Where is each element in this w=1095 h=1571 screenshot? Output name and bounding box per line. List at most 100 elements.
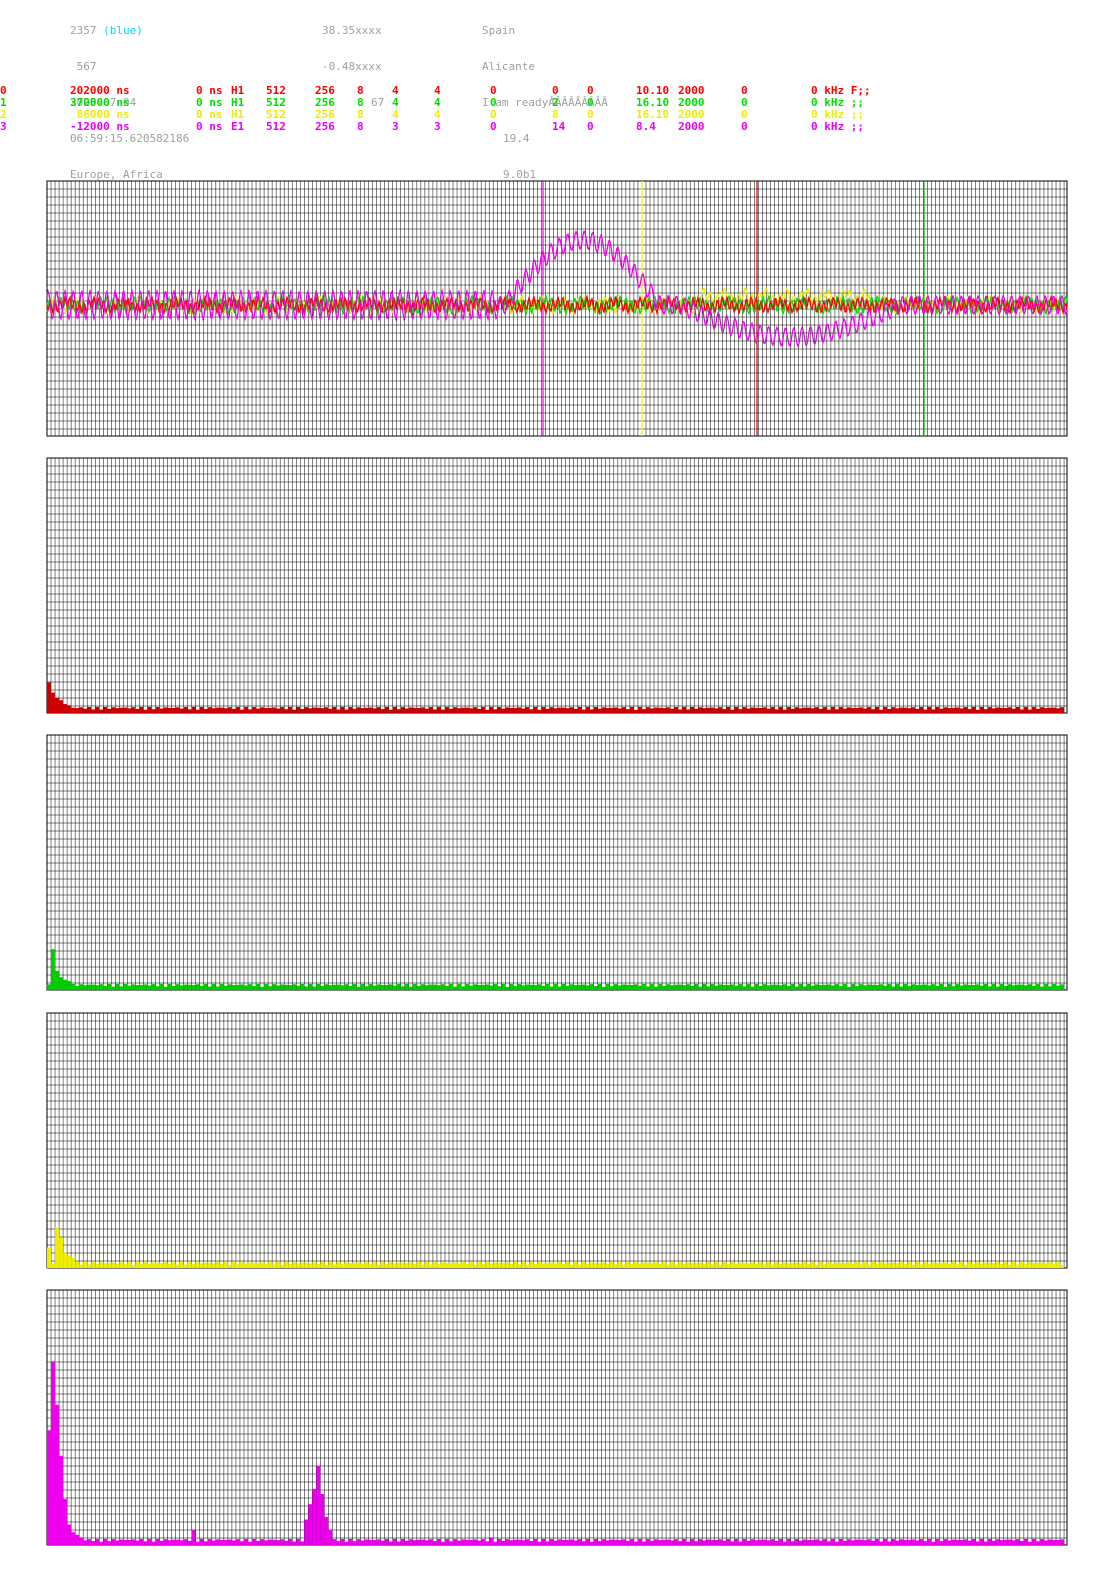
spectrum-bar [706, 1262, 711, 1268]
spectrum-bar [135, 1261, 140, 1268]
spectrum-bar [469, 1539, 474, 1545]
spectrum-bar [384, 984, 389, 990]
spectrum-bar [818, 708, 823, 713]
spectrum-bar [557, 986, 562, 990]
spectrum-bar [416, 1539, 421, 1545]
spectrum-bar [682, 1263, 687, 1268]
spectrum-bar [183, 1264, 188, 1268]
spectrum-bar [533, 1538, 538, 1545]
spectrum-bar [300, 1262, 305, 1268]
spectrum-bar [292, 984, 297, 990]
spectrum-bar [159, 708, 164, 713]
spectrum-bar [621, 1539, 626, 1545]
spectrum-bar [601, 986, 606, 990]
spectrum-bar [243, 985, 248, 990]
spectrum-bar [392, 985, 397, 990]
spectrum-bar [179, 1261, 184, 1268]
spectrum-bar [440, 984, 445, 990]
spectrum-bar [999, 1540, 1004, 1545]
spectrum-bar [955, 707, 960, 713]
spectrum-bar [690, 985, 695, 990]
spectrum-bar [432, 1541, 437, 1545]
spectrum-bar [147, 1538, 152, 1545]
spectrum-bar [485, 709, 490, 713]
spectrum-bar [1052, 984, 1056, 990]
spectrum-bar [621, 1264, 626, 1268]
spectrum-bar [75, 1261, 80, 1268]
spectrum-bar [702, 983, 707, 990]
spectrum-bar [577, 1264, 582, 1268]
spectrum-bar [115, 983, 120, 990]
spectrum-bar [404, 983, 409, 990]
spectrum-bar [995, 707, 1000, 713]
spectrum-bar [457, 708, 462, 713]
spectrum-bar [810, 708, 815, 713]
spectrum-bar [308, 1504, 313, 1545]
spectrum-bar [722, 984, 727, 990]
spectrum-bar [734, 1263, 739, 1268]
spectrum-bar [871, 1540, 876, 1545]
spectrum-bar [99, 709, 104, 713]
spectrum-bar [887, 983, 892, 990]
spectrum-bar [1023, 1538, 1028, 1545]
spectrum-bar [223, 1539, 228, 1545]
spectrum-bar [320, 1494, 325, 1545]
spectrum-bar [637, 985, 642, 990]
spectrum-bar [867, 707, 872, 713]
spectrum-bar [517, 1539, 522, 1545]
spectrum-bar [593, 1538, 598, 1545]
spectrum-bar [151, 1262, 156, 1268]
spectrum-bar [782, 709, 787, 713]
spectrum-bar [529, 709, 534, 713]
spectrum-bar [1023, 706, 1028, 713]
spectrum-bar [260, 1262, 265, 1268]
spectrum-bar [1052, 1264, 1056, 1268]
spectrum-bar [280, 1264, 285, 1268]
spectrum-bar [1039, 707, 1044, 713]
spectrum-bar [650, 1540, 654, 1545]
spectrum-bar [368, 1539, 373, 1545]
spectrum-bar [183, 707, 188, 713]
spectrum-bar [545, 708, 550, 713]
spectrum-bar [155, 707, 160, 713]
spectrum-bar [1031, 985, 1036, 990]
spectrum-bar [589, 984, 594, 990]
spectrum-bar [863, 1540, 868, 1545]
spectrum-bar [879, 984, 884, 990]
spectrum-bar [855, 986, 860, 990]
spectrum-bar [686, 984, 691, 990]
spectrum-bar [629, 1538, 634, 1545]
spectrum-bar [227, 1539, 232, 1545]
spectrum-bar [931, 984, 936, 990]
spectrum-bar [497, 1538, 502, 1545]
spectrum-bar [316, 983, 321, 990]
spectrum-bar [662, 1261, 667, 1268]
spectrum-bar [987, 1538, 992, 1545]
spectrum-bar [939, 1541, 944, 1545]
spectrum-bar [1031, 1263, 1036, 1268]
spectrum-bar [521, 985, 526, 990]
spectrum-bar [935, 1262, 940, 1268]
spectrum-bar [987, 1262, 992, 1268]
spectrum-bar [175, 1539, 180, 1545]
spectrum-bar [979, 985, 984, 990]
spectrum-bar [895, 983, 900, 990]
spectrum-bar [340, 985, 345, 990]
spectrum-bar [641, 984, 646, 990]
spectrum-bar [432, 984, 437, 990]
spectrum-bar [581, 1262, 586, 1268]
spectrum-bar [786, 706, 791, 713]
spectrum-bar [239, 1541, 244, 1545]
spectrum-bar [822, 706, 827, 713]
spectrum-bar [207, 1539, 212, 1545]
spectrum-bar [593, 1262, 598, 1268]
spectrum-bar [408, 1539, 413, 1545]
spectrum-bar [372, 1261, 377, 1268]
spectrum-bar [328, 985, 333, 990]
spectrum-bar [123, 707, 128, 713]
spectrum-bar [633, 1262, 638, 1268]
spectrum-bar [316, 1465, 321, 1545]
spectrum-bar [698, 986, 703, 990]
spectrum-bar [424, 985, 429, 990]
spectrum-bar [734, 985, 739, 990]
